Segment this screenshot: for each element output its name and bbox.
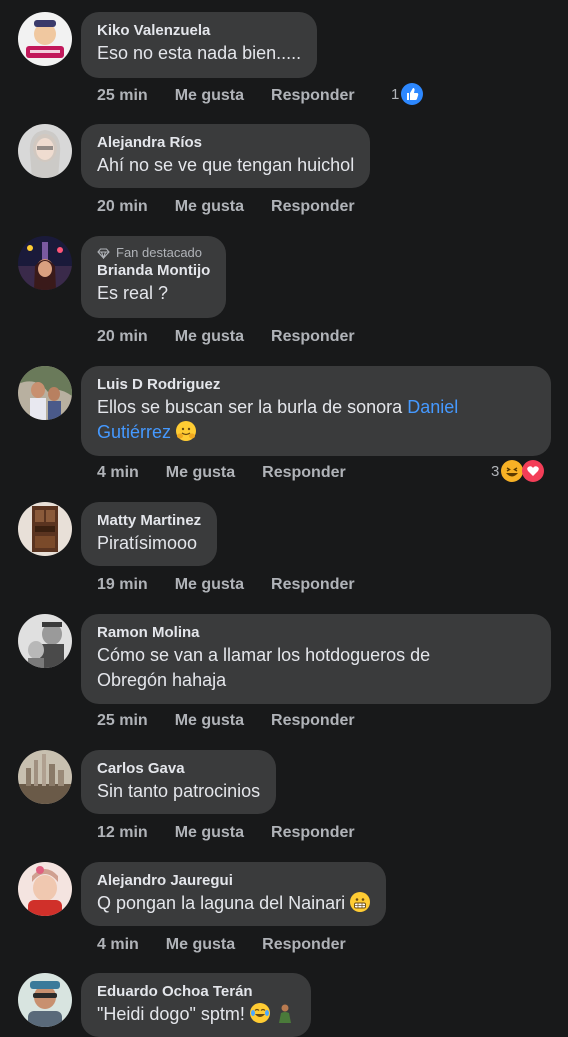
avatar[interactable] xyxy=(18,862,72,916)
comment-text: Ellos se buscan ser la burla de sonora D… xyxy=(97,395,535,445)
like-button[interactable]: Me gusta xyxy=(175,824,244,842)
comment-text: Piratísimooo xyxy=(97,533,198,553)
comment-text: Eso no esta nada bien..... xyxy=(97,43,302,63)
diamond-icon xyxy=(97,247,110,259)
reaction-summary[interactable]: 1 xyxy=(391,83,424,105)
comment-text: Sin tanto patrocinios xyxy=(97,781,261,801)
reaction-summary[interactable]: 3 xyxy=(491,460,545,482)
reply-button[interactable]: Responder xyxy=(271,198,355,216)
comment-bubble: Eduardo Ochoa Terán "Heidi dogo" sptm! xyxy=(81,973,311,1037)
grimacing-face-icon xyxy=(350,892,371,912)
comment-bubble: Kiko Valenzuela Eso no esta nada bien...… xyxy=(81,12,318,78)
comment-text: "Heidi dogo" sptm! xyxy=(97,1002,295,1027)
commenter-name[interactable]: Carlos Gava xyxy=(97,759,260,779)
person-emoji-icon xyxy=(275,1003,295,1023)
reply-button[interactable]: Responder xyxy=(271,87,355,105)
reaction-count: 3 xyxy=(491,462,500,480)
comment-time[interactable]: 20 min xyxy=(97,198,148,216)
commenter-name[interactable]: Eduardo Ochoa Terán xyxy=(97,982,295,1002)
comment-body: "Heidi dogo" sptm! xyxy=(97,1004,245,1024)
reply-button[interactable]: Responder xyxy=(262,464,346,482)
comment-actions: 20 min Me gusta Responder xyxy=(97,198,355,216)
commenter-name[interactable]: Alejandra Ríos xyxy=(97,133,354,153)
comment-actions: 25 min Me gusta Responder xyxy=(97,87,355,105)
hugging-face-icon xyxy=(176,421,197,441)
comment-bubble: Luis D Rodriguez Ellos se buscan ser la … xyxy=(81,366,551,456)
avatar[interactable] xyxy=(18,12,72,66)
tears-of-joy-icon xyxy=(249,1003,270,1023)
comment-actions: 25 min Me gusta Responder xyxy=(97,712,355,730)
avatar[interactable] xyxy=(18,124,72,178)
comment-time[interactable]: 4 min xyxy=(97,936,139,954)
comment-bubble: Matty Martinez Piratísimooo xyxy=(81,502,218,566)
comment-text: Ahí no se ve que tengan huichol xyxy=(97,155,355,175)
avatar[interactable] xyxy=(18,502,72,556)
like-icon xyxy=(401,83,424,105)
avatar[interactable] xyxy=(18,236,72,290)
comment-time[interactable]: 12 min xyxy=(97,824,148,842)
comment-actions: 20 min Me gusta Responder xyxy=(97,328,355,346)
like-button[interactable]: Me gusta xyxy=(175,328,244,346)
comment-text: Es real ? xyxy=(97,283,169,303)
comment-time[interactable]: 25 min xyxy=(97,712,148,730)
reply-button[interactable]: Responder xyxy=(271,824,355,842)
comment-text-line: Obregón hahaja xyxy=(97,670,227,690)
haha-icon xyxy=(501,460,524,482)
like-button[interactable]: Me gusta xyxy=(166,936,235,954)
like-button[interactable]: Me gusta xyxy=(175,198,244,216)
commenter-name[interactable]: Matty Martinez xyxy=(97,511,201,531)
reply-button[interactable]: Responder xyxy=(271,576,355,594)
love-icon xyxy=(522,460,545,482)
like-button[interactable]: Me gusta xyxy=(175,87,244,105)
reply-button[interactable]: Responder xyxy=(271,712,355,730)
comment-text: Q pongan la laguna del Nainari xyxy=(97,891,371,916)
avatar[interactable] xyxy=(18,750,72,804)
commenter-name[interactable]: Brianda Montijo xyxy=(97,261,210,281)
comment-time[interactable]: 19 min xyxy=(97,576,148,594)
top-fan-badge: Fan destacado xyxy=(97,245,210,261)
reaction-count: 1 xyxy=(391,85,400,103)
comment-actions: 12 min Me gusta Responder xyxy=(97,824,355,842)
reply-button[interactable]: Responder xyxy=(271,328,355,346)
comment-bubble: Carlos Gava Sin tanto patrocinios xyxy=(81,750,277,814)
comment-actions: 4 min Me gusta Responder xyxy=(97,464,346,482)
comment-bubble: Alejandra Ríos Ahí no se ve que tengan h… xyxy=(81,124,371,188)
comment-body: Ellos se buscan ser la burla de sonora xyxy=(97,397,403,417)
commenter-name[interactable]: Alejandro Jauregui xyxy=(97,871,370,891)
comment-actions: 19 min Me gusta Responder xyxy=(97,576,355,594)
like-button[interactable]: Me gusta xyxy=(166,464,235,482)
avatar[interactable] xyxy=(18,366,72,420)
avatar[interactable] xyxy=(18,973,72,1027)
comment-time[interactable]: 20 min xyxy=(97,328,148,346)
comment-body: Q pongan la laguna del Nainari xyxy=(97,893,346,913)
reply-button[interactable]: Responder xyxy=(262,936,346,954)
commenter-name[interactable]: Ramon Molina xyxy=(97,623,535,643)
like-button[interactable]: Me gusta xyxy=(175,712,244,730)
badge-label: Fan destacado xyxy=(116,245,203,260)
comment-bubble: Ramon Molina Cómo se van a llamar los ho… xyxy=(81,614,551,704)
commenter-name[interactable]: Kiko Valenzuela xyxy=(97,21,301,41)
comment-text-line: Cómo se van a llamar los hotdogueros de xyxy=(97,645,431,665)
like-button[interactable]: Me gusta xyxy=(175,576,244,594)
comment-time[interactable]: 4 min xyxy=(97,464,139,482)
avatar[interactable] xyxy=(18,614,72,668)
comment-bubble: Fan destacado Brianda Montijo Es real ? xyxy=(81,236,227,318)
comment-bubble: Alejandro Jauregui Q pongan la laguna de… xyxy=(81,862,387,926)
comment-time[interactable]: 25 min xyxy=(97,87,148,105)
commenter-name[interactable]: Luis D Rodriguez xyxy=(97,375,535,395)
comment-actions: 4 min Me gusta Responder xyxy=(97,936,346,954)
